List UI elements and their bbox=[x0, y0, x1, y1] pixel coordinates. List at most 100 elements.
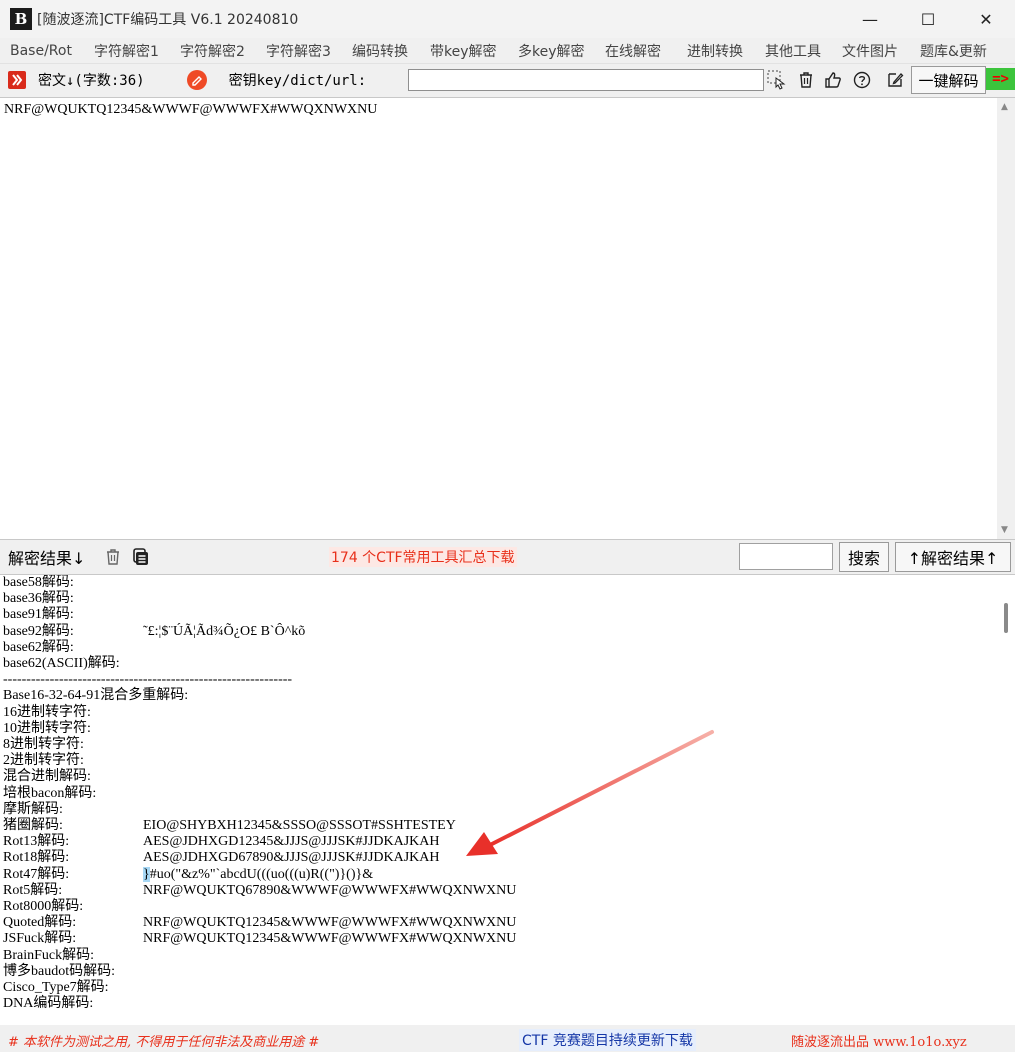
result-line: 博多baudot码解码: bbox=[3, 964, 516, 980]
menu-encoding-convert[interactable]: 编码转换 bbox=[352, 41, 430, 61]
result-label: Quoted解码: bbox=[3, 915, 77, 931]
menu-question-bank-update[interactable]: 题库&更新 bbox=[920, 41, 987, 61]
ctf-download-link[interactable]: CTF 竞赛题目持续更新下载 bbox=[519, 1029, 696, 1051]
result-label: 8进制转字符: bbox=[3, 737, 84, 753]
cipher-text: NRF@WQUKTQ12345&WWWF@WWWFX#WWQXNWXNU bbox=[4, 102, 378, 117]
result-label: Rot18解码: bbox=[3, 850, 70, 866]
scroll-up-icon[interactable]: ▲ bbox=[1001, 102, 1008, 112]
result-label: ----------------------------------------… bbox=[3, 672, 293, 688]
result-line: 8进制转字符: bbox=[3, 737, 516, 753]
app-logo-icon: B bbox=[10, 8, 32, 30]
minimize-button[interactable]: — bbox=[841, 0, 899, 38]
results-scrollbar-thumb[interactable] bbox=[1004, 603, 1008, 633]
pick-cursor-icon[interactable] bbox=[767, 70, 787, 90]
result-line: 16进制转字符: bbox=[3, 705, 516, 721]
results-label: 解密结果↓ bbox=[8, 549, 86, 568]
result-label: 混合进制解码: bbox=[3, 769, 91, 785]
result-label: Rot13解码: bbox=[3, 834, 70, 850]
search-button[interactable]: 搜索 bbox=[839, 542, 889, 572]
result-value: }#uo("&z%"`abcdU(((uo(((u)R((")}()}& bbox=[143, 866, 374, 882]
menu-radix-convert[interactable]: 进制转换 bbox=[687, 41, 765, 61]
result-label: BrainFuck解码: bbox=[3, 947, 94, 963]
key-label: 密钥key/dict/url: bbox=[228, 73, 367, 89]
disclaimer-text: # 本软件为测试之用, 不得用于任何非法及商业用途 # bbox=[8, 1035, 320, 1050]
result-value: ˜£:¦$¨ÚÃ¦Ãd¾Õ¿O£ B`Ô^kõ bbox=[143, 623, 306, 639]
maximize-button[interactable]: ☐ bbox=[899, 0, 957, 38]
cipher-scrollbar[interactable]: ▲ ▼ bbox=[997, 98, 1015, 539]
menu-key-decrypt[interactable]: 带key解密 bbox=[430, 41, 518, 61]
key-input[interactable] bbox=[408, 69, 764, 91]
move-results-up-button[interactable]: ↑解密结果↑ bbox=[895, 542, 1011, 572]
result-value: EIO@SHYBXH12345&SSSO@SSSOT#SSHTESTEY bbox=[143, 818, 456, 834]
result-label: 10进制转字符: bbox=[3, 720, 91, 736]
title-bar: B [随波逐流]CTF编码工具 V6.1 20240810 — ☐ ✕ bbox=[0, 0, 1015, 38]
scroll-down-icon[interactable]: ▼ bbox=[1001, 525, 1008, 535]
menu-char-decrypt-1[interactable]: 字符解密1 bbox=[94, 41, 180, 61]
result-line: Base16-32-64-91混合多重解码: bbox=[3, 688, 516, 704]
menu-base-rot[interactable]: Base/Rot bbox=[10, 43, 94, 59]
go-arrow-button[interactable]: => bbox=[986, 68, 1015, 90]
selection-highlight: } bbox=[143, 866, 150, 882]
result-label: Rot5解码: bbox=[3, 882, 63, 898]
result-label: 2进制转字符: bbox=[3, 753, 84, 769]
window-controls: — ☐ ✕ bbox=[841, 0, 1015, 38]
copy-results-icon[interactable] bbox=[131, 547, 151, 567]
menu-char-decrypt-3[interactable]: 字符解密3 bbox=[266, 41, 352, 61]
one-click-decode-button[interactable]: 一键解码 bbox=[911, 66, 986, 94]
menu-bar: Base/Rot 字符解密1 字符解密2 字符解密3 编码转换 带key解密 多… bbox=[0, 38, 1015, 64]
help-icon[interactable] bbox=[852, 70, 872, 90]
result-line: base62解码: bbox=[3, 640, 516, 656]
result-label: base62解码: bbox=[3, 639, 74, 655]
clear-cipher-icon[interactable] bbox=[186, 70, 207, 90]
result-value: NRF@WQUKTQ12345&WWWF@WWWFX#WWQXNWXNU bbox=[143, 915, 517, 931]
tools-download-link[interactable]: 174 个CTF常用工具汇总下载 bbox=[329, 547, 517, 567]
trash-icon[interactable] bbox=[796, 70, 816, 90]
result-value: NRF@WQUKTQ12345&WWWF@WWWFX#WWQXNWXNU bbox=[143, 931, 517, 947]
edit-icon[interactable] bbox=[885, 70, 905, 90]
result-label: 博多baudot码解码: bbox=[3, 963, 115, 979]
result-label: 摩斯解码: bbox=[3, 801, 63, 817]
window-title: [随波逐流]CTF编码工具 V6.1 20240810 bbox=[37, 12, 299, 28]
menu-char-decrypt-2[interactable]: 字符解密2 bbox=[180, 41, 266, 61]
result-label: Cisco_Type7解码: bbox=[3, 980, 109, 996]
cipher-textarea[interactable]: NRF@WQUKTQ12345&WWWF@WWWFX#WWQXNWXNU ▲ ▼ bbox=[0, 97, 1015, 540]
result-label: base92解码: bbox=[3, 623, 74, 639]
result-line: 培根bacon解码: bbox=[3, 786, 516, 802]
result-label: base58解码: bbox=[3, 575, 74, 590]
result-label: 16进制转字符: bbox=[3, 704, 91, 720]
result-line: base62(ASCII)解码: bbox=[3, 656, 516, 672]
result-label: Base16-32-64-91混合多重解码: bbox=[3, 688, 189, 704]
result-label: base62(ASCII)解码: bbox=[3, 656, 120, 672]
result-line: 10进制转字符: bbox=[3, 721, 516, 737]
result-line: 摩斯解码: bbox=[3, 802, 516, 818]
cipher-label: 密文↓(字数:36) bbox=[38, 73, 145, 89]
result-line: Rot13解码: AES@JDHXGD12345&JJJS@JJJSK#JJDKA… bbox=[3, 834, 516, 850]
result-value: NRF@WQUKTQ67890&WWWF@WWWFX#WWQXNWXNU bbox=[143, 882, 517, 898]
menu-other-tools[interactable]: 其他工具 bbox=[765, 41, 842, 61]
result-label: Rot8000解码: bbox=[3, 899, 84, 915]
result-line: Cisco_Type7解码: bbox=[3, 980, 516, 996]
search-input[interactable] bbox=[739, 543, 833, 570]
result-line: Rot47解码: }#uo("&z%"`abcdU(((uo(((u)R((")}… bbox=[3, 866, 516, 883]
result-value: AES@JDHXGD67890&JJJS@JJJSK#JJDKAJKAH bbox=[143, 850, 440, 866]
menu-online-decrypt[interactable]: 在线解密 bbox=[605, 41, 687, 61]
result-line: Rot18解码: AES@JDHXGD67890&JJJS@JJJSK#JJDKA… bbox=[3, 850, 516, 866]
author-site-link[interactable]: 随波逐流出品 www.1o1o.xyz bbox=[791, 1031, 967, 1050]
result-value: AES@JDHXGD12345&JJJS@JJJSK#JJDKAJKAH bbox=[143, 834, 440, 850]
result-label: DNA编码解码: bbox=[3, 996, 94, 1012]
result-line: BrainFuck解码: bbox=[3, 948, 516, 964]
result-label: Rot47解码: bbox=[3, 866, 70, 882]
result-label: base91解码: bbox=[3, 607, 74, 623]
menu-file-image[interactable]: 文件图片 bbox=[842, 41, 920, 61]
results-scrollbar[interactable] bbox=[997, 575, 1015, 1025]
close-button[interactable]: ✕ bbox=[957, 0, 1015, 38]
thumbs-up-icon[interactable] bbox=[823, 70, 843, 90]
result-label: base36解码: bbox=[3, 591, 74, 607]
result-line: 混合进制解码: bbox=[3, 769, 516, 785]
import-icon[interactable] bbox=[8, 71, 26, 89]
clear-results-icon[interactable] bbox=[103, 547, 123, 567]
menu-multi-key-decrypt[interactable]: 多key解密 bbox=[518, 41, 605, 61]
result-line: base91解码: bbox=[3, 607, 516, 623]
result-line: JSFuck解码: NRF@WQUKTQ12345&WWWF@WWWFX#WWQX… bbox=[3, 931, 516, 947]
result-line: 猪圈解码: EIO@SHYBXH12345&SSSO@SSSOT#SSHTESTE… bbox=[3, 818, 516, 834]
